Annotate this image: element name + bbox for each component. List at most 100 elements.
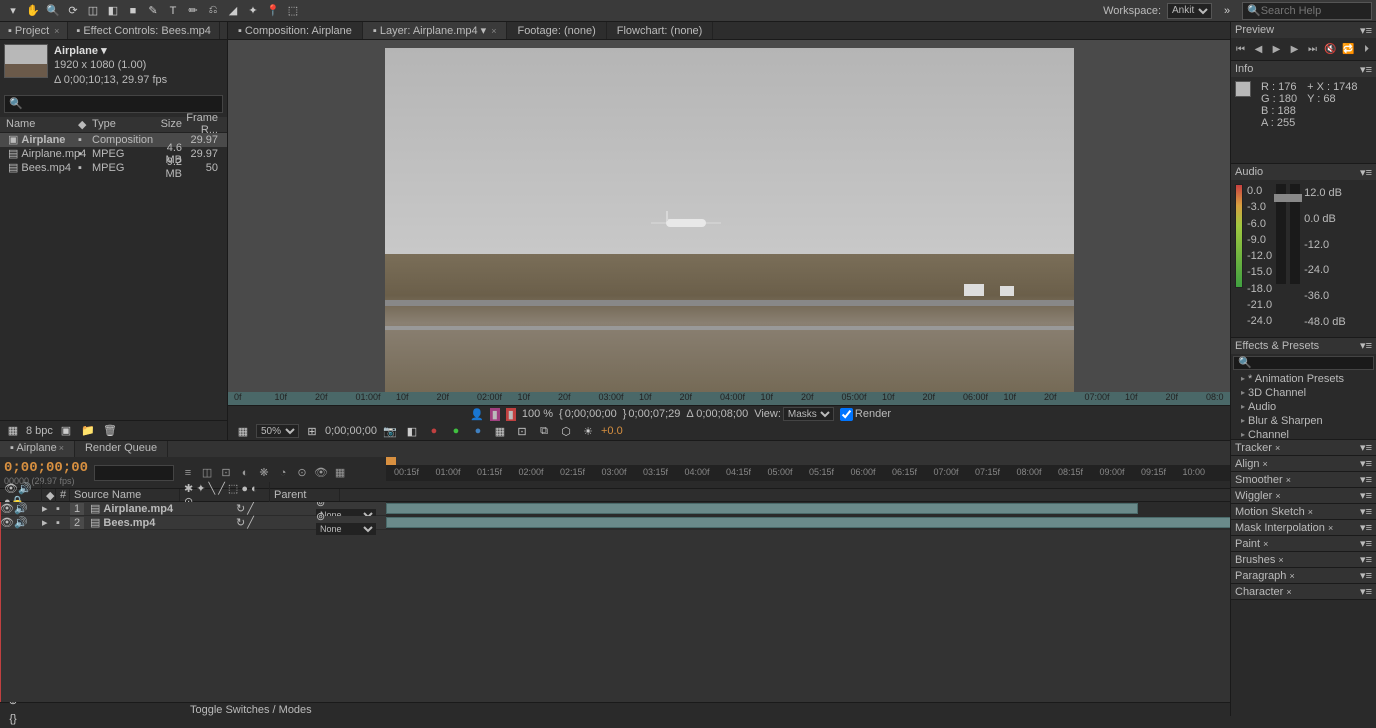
tl-opt-icon[interactable]: ≡ [180,465,196,481]
col-size[interactable]: Size [148,118,182,130]
prev-frame-icon[interactable]: ◀ [1252,42,1266,56]
rect-tool-icon[interactable]: ■ [124,2,142,20]
exposure-value[interactable]: +0.0 [601,425,623,437]
clone-tool-icon[interactable]: ⎌ [204,2,222,20]
eraser-tool-icon[interactable]: ◢ [224,2,242,20]
workspace-menu-icon[interactable]: » [1218,2,1236,20]
project-search[interactable]: 🔍 [4,95,223,113]
marker-icon[interactable]: ▮ [490,408,500,421]
hand-tool-icon[interactable]: ✋ [24,2,42,20]
timeline-layer-row[interactable]: 👁🔊▸▪2▤Bees.mp4↻ ╱⊚ None [0,516,1376,530]
effects-presets-header[interactable]: Effects & Presets▾≡ [1231,338,1376,354]
safe-zones-icon[interactable]: ⊞ [303,422,321,440]
first-frame-icon[interactable]: ⏮ [1234,42,1248,56]
mute-icon[interactable]: 🔇 [1324,42,1338,56]
snapshot-icon[interactable]: 📷 [381,422,399,440]
effects-category-item[interactable]: Channel [1231,428,1376,440]
effects-category-item[interactable]: Audio [1231,400,1376,414]
timeline-playhead-indicator[interactable] [386,457,396,465]
tab-render-queue[interactable]: Render Queue [75,441,168,457]
pan-behind-tool-icon[interactable]: ◧ [104,2,122,20]
comp-flow-icon[interactable]: ⬡ [557,422,575,440]
layer-time-ruler[interactable]: 0f10f20f01:00f10f20f02:00f10f20f03:00f10… [228,392,1230,405]
interpret-footage-icon[interactable]: ▦ [4,422,22,440]
region-icon[interactable]: ⊡ [513,422,531,440]
col-label-icon[interactable]: ◆ [78,118,92,131]
ram-preview-icon[interactable]: ⏵ [1360,42,1374,56]
project-search-input[interactable] [23,98,218,110]
roto-tool-icon[interactable]: ✦ [244,2,262,20]
search-help-input[interactable] [1261,5,1367,17]
effects-search-input[interactable] [1252,357,1369,368]
effects-category-item[interactable]: 3D Channel [1231,386,1376,400]
zoom-tool-icon[interactable]: 🔍 [44,2,62,20]
tab-layer[interactable]: ▪ Layer: Airplane.mp4 ▾× [363,22,508,39]
collapsed-panel-wiggler[interactable]: Wiggler ×▾≡ [1231,488,1376,504]
in-point[interactable]: 0;00;00;00 [565,408,617,420]
col-name[interactable]: Name [0,118,78,130]
brush-tool-icon[interactable]: ✏ [184,2,202,20]
tl-expand-icon[interactable]: {} [4,710,22,728]
effects-category-item[interactable]: Blur & Sharpen [1231,414,1376,428]
show-channel-icon[interactable]: ◧ [403,422,421,440]
tl-auto-keyframe-icon[interactable]: ⊙ [294,465,310,481]
type-tool-icon[interactable]: T [164,2,182,20]
rgb-icon[interactable]: ● [447,422,465,440]
col-type[interactable]: Type [92,118,148,130]
tl-brainstorm-icon[interactable]: ❋ [256,465,272,481]
search-help[interactable]: 🔍 [1242,2,1372,20]
pen-tool-icon[interactable]: ✎ [144,2,162,20]
tl-frame-blend-icon[interactable]: ▦ [332,465,348,481]
timeline-ruler[interactable]: 00:15f01:00f01:15f02:00f02:15f03:00f03:1… [386,465,1376,481]
next-frame-icon[interactable]: ▶ [1288,42,1302,56]
timeline-search[interactable] [94,465,174,481]
audio-level-slider-r[interactable] [1290,184,1300,284]
effects-search[interactable]: 🔍 [1233,356,1374,370]
out-point[interactable]: 0;00;07;29 [628,408,680,420]
timeline-playhead-line[interactable] [0,502,1,702]
new-comp-icon[interactable]: ▣ [57,422,75,440]
timeline-timecode[interactable]: 0;00;00;00 [4,460,88,476]
tab-composition[interactable]: ▪ Composition: Airplane [228,22,363,39]
puppet-tool-icon[interactable]: 📍 [264,2,282,20]
col-parent[interactable]: Parent [270,489,340,501]
project-row[interactable]: ▤Bees.mp4 ▪MPEG 9.2 MB50 [0,161,227,175]
info-panel-header[interactable]: Info▾≡ [1231,61,1376,77]
delete-icon[interactable]: 🗑 [101,422,119,440]
loop-icon[interactable]: 🔁 [1342,42,1356,56]
tl-motion-blur-icon[interactable]: ◐ [237,465,253,481]
new-folder-icon[interactable]: 📁 [79,422,97,440]
rotate-tool-icon[interactable]: ⟳ [64,2,82,20]
selection-tool-icon[interactable]: ▾ [4,2,22,20]
audio-level-slider-l[interactable] [1276,184,1286,284]
marker-icon[interactable]: ▮ [506,408,516,421]
viewer-area[interactable] [228,40,1230,392]
collapsed-panel-brushes[interactable]: Brushes ×▾≡ [1231,552,1376,568]
tab-flowchart[interactable]: Flowchart: (none) [607,22,714,39]
tl-graph-icon[interactable]: ◔ [275,465,291,481]
tab-footage[interactable]: Footage: (none) [507,22,606,39]
timeline-layer-row[interactable]: 👁🔊▸▪1▤Airplane.mp4↻ ╱⊚ None [0,502,1376,516]
project-comp-title[interactable]: Airplane ▾ [54,44,167,58]
rgb-icon[interactable]: ● [425,422,443,440]
tool-opts-icon[interactable]: ⬚ [284,2,302,20]
collapsed-panel-character[interactable]: Character ×▾≡ [1231,584,1376,600]
project-row[interactable]: ▤Airplane.mp4 ▪MPEG 4.6 MB29.97 [0,147,227,161]
collapsed-panel-tracker[interactable]: Tracker ×▾≡ [1231,440,1376,456]
rgb-icon[interactable]: ● [469,422,487,440]
last-frame-icon[interactable]: ⏭ [1306,42,1320,56]
render-checkbox[interactable] [840,408,853,421]
reset-exposure-icon[interactable]: ☀ [579,422,597,440]
collapsed-panel-mask-interpolation[interactable]: Mask Interpolation ×▾≡ [1231,520,1376,536]
tab-project[interactable]: ▪ Project× [0,22,68,39]
transparency-grid-icon[interactable]: ▦ [491,422,509,440]
effects-category-item[interactable]: * Animation Presets [1231,372,1376,386]
view-mode-select[interactable]: Masks [783,407,834,421]
pct-display[interactable]: 100 % [522,408,553,420]
timecode-display[interactable]: 0;00;00;00 [325,425,377,437]
workspace-select[interactable]: Ankit [1167,3,1212,19]
tl-shy-icon[interactable]: 👁 [313,465,329,481]
collapsed-panel-paragraph[interactable]: Paragraph ×▾≡ [1231,568,1376,584]
toggle-switches-modes[interactable]: Toggle Switches / Modes [190,704,312,716]
tab-timeline-comp[interactable]: ▪ Airplane× [0,441,75,457]
